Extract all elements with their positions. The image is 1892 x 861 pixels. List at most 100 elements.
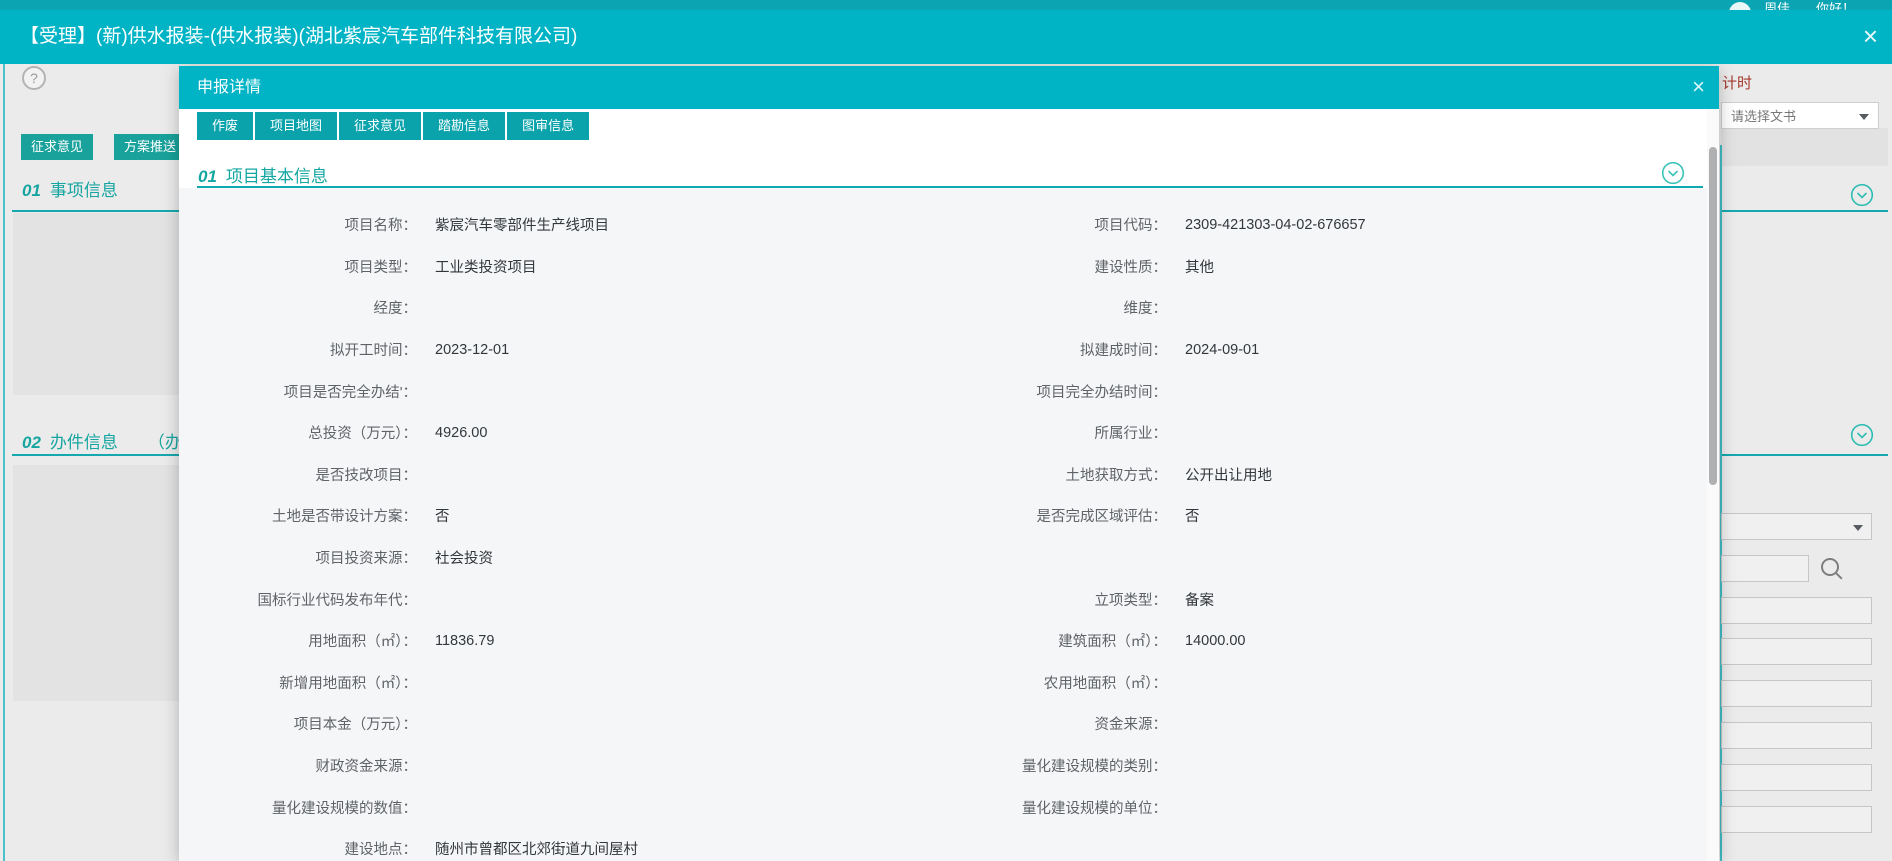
field-value: 社会投资 xyxy=(435,547,493,568)
form-row: 总投资（万元）： 4926.00 所属行业： xyxy=(179,412,1707,454)
field-label: 国标行业代码发布年代： xyxy=(179,589,417,610)
form-col-left: 项目本金（万元）： xyxy=(179,713,927,734)
field-value: 4926.00 xyxy=(435,425,487,441)
tab-project-map[interactable]: 项目地图 xyxy=(255,112,337,140)
modal-title: 申报详情 xyxy=(197,66,261,109)
section-header-project-basic-info: 01项目基本信息 xyxy=(198,162,328,187)
form-col-left: 是否技改项目： xyxy=(179,464,927,485)
form-row: 经度： 维度： xyxy=(179,287,1707,329)
scrollbar-thumb[interactable] xyxy=(1709,147,1717,485)
chevron-down-icon xyxy=(1853,525,1863,531)
help-icon[interactable]: ? xyxy=(22,66,46,90)
form-col-left: 经度： xyxy=(179,297,927,318)
right-panel-border xyxy=(1720,145,1722,861)
text-input[interactable] xyxy=(1721,597,1872,624)
form-row: 建设地点： 随州市曾都区北郊街道九间屋村 xyxy=(179,828,1707,861)
left-panel-border xyxy=(3,64,5,861)
tab-consult-opinion[interactable]: 征求意见 xyxy=(339,112,421,140)
section-header-case-info: 02办件信息（办 xyxy=(22,428,182,453)
field-label: 项目本金（万元）： xyxy=(179,713,417,734)
field-label: 土地获取方式： xyxy=(927,464,1167,485)
tab-survey-info[interactable]: 踏勘信息 xyxy=(423,112,505,140)
field-value: 14000.00 xyxy=(1185,633,1245,649)
matter-info-panel xyxy=(13,213,179,395)
field-label: 立项类型： xyxy=(927,589,1167,610)
form-row: 项目是否完全办结'： 项目完全办结时间： xyxy=(179,370,1707,412)
field-label: 量化建设规模的类别： xyxy=(927,755,1167,776)
search-input[interactable] xyxy=(1721,555,1809,582)
form-col-right: 所属行业： xyxy=(927,422,1185,443)
field-label: 农用地面积（㎡）： xyxy=(927,672,1167,693)
form-col-right: 建筑面积（㎡）： 14000.00 xyxy=(927,630,1245,651)
form-col-right: 农用地面积（㎡）： xyxy=(927,672,1185,693)
field-value: 2024-09-01 xyxy=(1185,342,1259,358)
field-label: 建设地点： xyxy=(179,838,417,859)
form-col-right: 是否完成区域评估： 否 xyxy=(927,505,1200,526)
field-value: 否 xyxy=(435,505,450,526)
form-row: 项目投资来源： 社会投资 xyxy=(179,537,1707,579)
form-col-right: 资金来源： xyxy=(927,713,1185,734)
field-label: 项目投资来源： xyxy=(179,547,417,568)
form-col-right: 建设性质： 其他 xyxy=(927,256,1214,277)
form-row: 量化建设规模的数值： 量化建设规模的单位： xyxy=(179,786,1707,828)
text-input[interactable] xyxy=(1721,722,1872,749)
form-col-left: 量化建设规模的数值： xyxy=(179,797,927,818)
field-label: 拟建成时间： xyxy=(927,339,1167,360)
user-greeting-fragment: 你好！ xyxy=(1816,0,1855,10)
form-col-left: 项目名称： 紫宸汽车零部件生产线项目 xyxy=(179,214,927,235)
form-col-left: 总投资（万元）： 4926.00 xyxy=(179,422,927,443)
form-col-right: 拟建成时间： 2024-09-01 xyxy=(927,339,1259,360)
plan-push-button[interactable]: 方案推送 xyxy=(114,134,186,160)
section-divider xyxy=(1720,210,1888,212)
field-label: 建筑面积（㎡）： xyxy=(927,630,1167,651)
form-row: 财政资金来源： 量化建设规模的类别： xyxy=(179,745,1707,787)
text-input[interactable] xyxy=(1721,680,1872,707)
chevron-down-icon xyxy=(1859,114,1869,120)
text-input[interactable] xyxy=(1721,764,1872,791)
field-label: 是否完成区域评估： xyxy=(927,505,1167,526)
field-label: 项目类型： xyxy=(179,256,417,277)
page-title: 【受理】(新)供水报装-(供水报装)(湖北紫宸汽车部件科技有限公司) xyxy=(20,10,577,64)
form-col-right: 项目代码： 2309-421303-04-02-676657 xyxy=(927,214,1366,235)
timer-label: 计时 xyxy=(1722,72,1752,93)
tab-invalidate[interactable]: 作废 xyxy=(197,112,253,140)
form-col-right: 量化建设规模的单位： xyxy=(927,797,1185,818)
form-col-left: 项目类型： 工业类投资项目 xyxy=(179,256,927,277)
form-row: 项目名称： 紫宸汽车零部件生产线项目 项目代码： 2309-421303-04-… xyxy=(179,204,1707,246)
window-close-icon[interactable]: × xyxy=(1863,10,1878,62)
form-row: 项目本金（万元）： 资金来源： xyxy=(179,703,1707,745)
tab-drawing-review-info[interactable]: 图审信息 xyxy=(507,112,589,140)
field-value: 2309-421303-04-02-676657 xyxy=(1185,217,1366,233)
text-input[interactable] xyxy=(1721,638,1872,665)
field-label: 量化建设规模的数值： xyxy=(179,797,417,818)
consult-opinion-button[interactable]: 征求意见 xyxy=(21,134,93,160)
field-value: 备案 xyxy=(1185,589,1214,610)
chevron-down-icon[interactable] xyxy=(1661,161,1685,185)
search-icon[interactable] xyxy=(1821,558,1839,576)
form-select[interactable] xyxy=(1721,513,1872,540)
field-label: 所属行业： xyxy=(927,422,1167,443)
field-label: 项目是否完全办结'： xyxy=(179,381,417,402)
chevron-down-icon[interactable] xyxy=(1850,423,1874,447)
section-divider xyxy=(12,210,179,212)
chevron-down-icon[interactable] xyxy=(1850,183,1874,207)
field-label: 维度： xyxy=(927,297,1167,318)
form-col-right: 土地获取方式： 公开出让用地 xyxy=(927,464,1272,485)
modal-scrollbar xyxy=(1707,109,1719,861)
modal-close-icon[interactable]: × xyxy=(1692,66,1705,107)
declaration-detail-modal: 申报详情 × 作废 项目地图 征求意见 踏勘信息 图审信息 01项目基本信息 项… xyxy=(179,66,1719,861)
form-col-left: 土地是否带设计方案： 否 xyxy=(179,505,927,526)
field-value: 其他 xyxy=(1185,256,1214,277)
field-value: 紫宸汽车零部件生产线项目 xyxy=(435,214,609,235)
field-value: 2023-12-01 xyxy=(435,342,509,358)
field-label: 新增用地面积（㎡）： xyxy=(179,672,417,693)
field-label: 建设性质： xyxy=(927,256,1167,277)
document-select[interactable]: 请选择文书 xyxy=(1721,102,1879,129)
field-label: 项目代码： xyxy=(927,214,1167,235)
modal-tab-bar: 作废 项目地图 征求意见 踏勘信息 图审信息 xyxy=(197,112,589,140)
avatar xyxy=(1729,2,1751,10)
right-panel-band xyxy=(1721,128,1888,166)
section-header-matter-info: 01事项信息 xyxy=(22,176,118,201)
field-label: 是否技改项目： xyxy=(179,464,417,485)
text-input[interactable] xyxy=(1721,806,1872,833)
